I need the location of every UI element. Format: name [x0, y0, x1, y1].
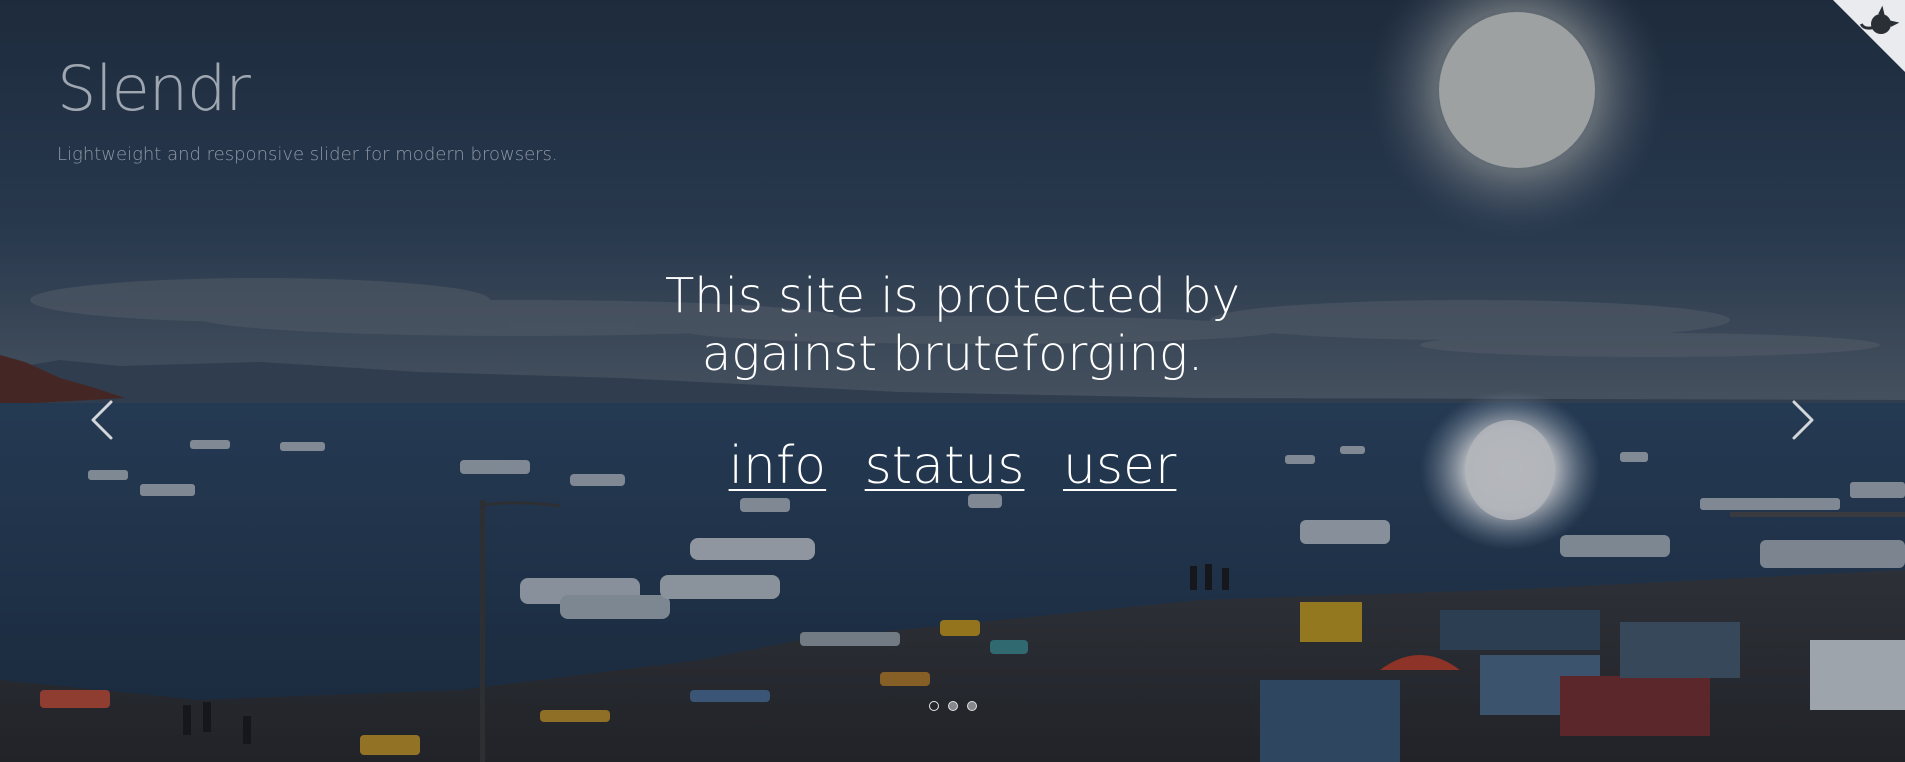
chevron-left-icon	[91, 400, 113, 440]
protection-message-text: This site is protected by against brutef…	[664, 268, 1241, 382]
slider-prev-button[interactable]	[80, 398, 124, 442]
slider-dot-3[interactable]	[966, 701, 977, 711]
protection-message: This site is protected by against brutef…	[0, 267, 1905, 383]
slider-pagination	[0, 701, 1905, 711]
page-title: Slendr	[57, 52, 251, 125]
chevron-right-icon	[1792, 400, 1814, 440]
brand: Slendr Lightweight and responsive slider…	[57, 52, 558, 166]
slider-next-button[interactable]	[1781, 398, 1825, 442]
slider-dot-1[interactable]	[928, 701, 939, 711]
github-octocat-icon	[1833, 0, 1905, 72]
page-subtitle: Lightweight and responsive slider for mo…	[57, 144, 558, 165]
nav-links: info status user	[0, 436, 1905, 496]
info-link[interactable]: info	[729, 436, 827, 496]
user-link[interactable]: user	[1063, 436, 1176, 496]
slider-dot-2[interactable]	[947, 701, 958, 711]
status-link[interactable]: status	[865, 436, 1025, 496]
github-corner-link[interactable]	[1833, 0, 1905, 72]
